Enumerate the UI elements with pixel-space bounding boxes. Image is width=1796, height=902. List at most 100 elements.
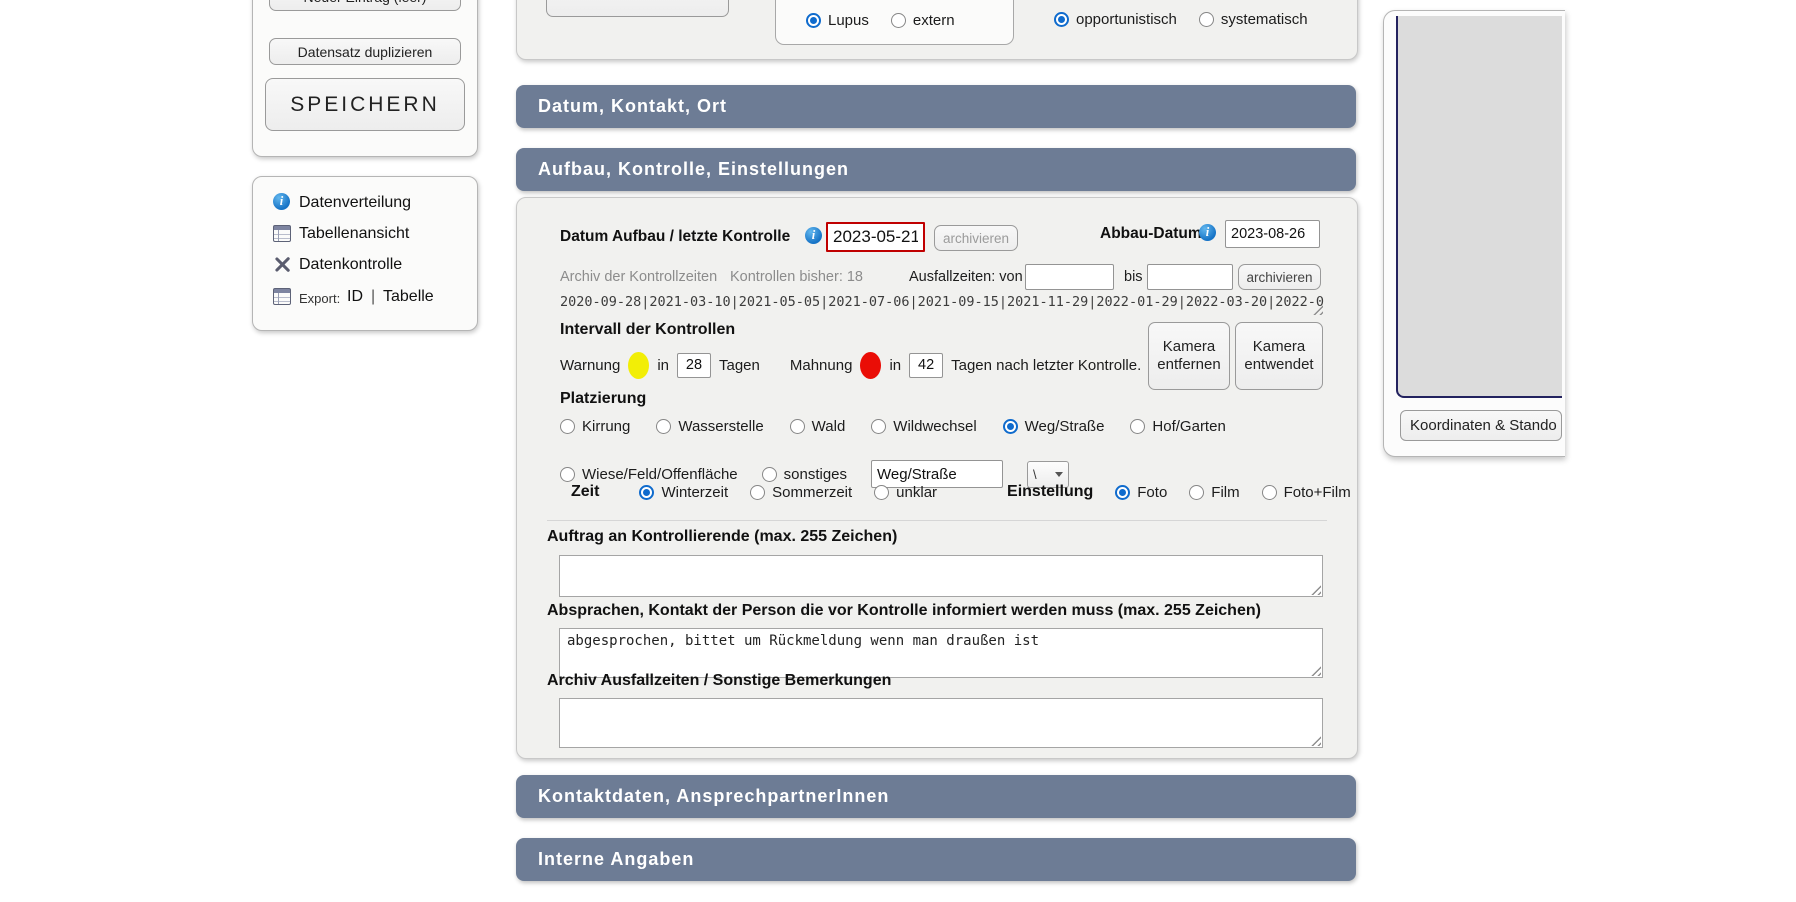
radio-icon[interactable] [790, 419, 805, 434]
radio-option-extern[interactable]: extern [891, 12, 955, 29]
ausfall-bis-input[interactable] [1147, 264, 1233, 290]
menu-item-datenverteilung[interactable]: i Datenverteilung [253, 189, 477, 217]
map-placeholder [1396, 16, 1562, 398]
export-table-link[interactable]: Tabelle [383, 288, 434, 306]
radio-label: Winterzeit [661, 484, 728, 501]
section-header-datum-kontakt-ort[interactable]: Datum, Kontakt, Ort [516, 85, 1356, 128]
platzierung-row1: Kirrung Wasserstelle Wald Wildwechsel Weg/St… [560, 418, 1226, 435]
radio-label: Hof/Garten [1152, 418, 1225, 435]
mahnung-days-input[interactable] [909, 353, 943, 378]
radio-option-wald[interactable]: Wald [790, 418, 846, 435]
radio-icon[interactable] [656, 419, 671, 434]
chevron-down-icon [1055, 472, 1063, 477]
radio-icon[interactable] [1199, 12, 1214, 27]
radio-icon[interactable] [891, 13, 906, 28]
radio-label: Lupus [828, 12, 869, 29]
radio-icon[interactable] [560, 419, 575, 434]
radio-option-sonstiges[interactable]: sonstiges [762, 466, 847, 483]
radio-icon[interactable] [806, 13, 821, 28]
radio-label: Wildwechsel [893, 418, 976, 435]
radio-option-wasserstelle[interactable]: Wasserstelle [656, 418, 763, 435]
radio-option-foto+film[interactable]: Foto+Film [1262, 484, 1351, 501]
warnung-days-input[interactable] [677, 353, 711, 378]
menu-item-label: Datenkontrolle [299, 256, 402, 274]
section-header-aufbau-kontrolle[interactable]: Aufbau, Kontrolle, Einstellungen [516, 148, 1356, 191]
abbau-date-label: Abbau-Datum [1100, 225, 1202, 243]
menu-item-tabellenansicht[interactable]: Tabellenansicht [253, 220, 477, 248]
archiv-bemerkungen-textarea[interactable] [559, 698, 1323, 748]
aufbau-date-label: Datum Aufbau / letzte Kontrolle [560, 228, 790, 246]
radio-option-foto[interactable]: Foto [1115, 484, 1167, 501]
radio-label: Wasserstelle [678, 418, 763, 435]
radio-option-unklar[interactable]: unklar [874, 484, 937, 501]
radio-option-lupus[interactable]: Lupus [806, 12, 869, 29]
section-header-kontaktdaten[interactable]: Kontaktdaten, AnsprechpartnerInnen [516, 775, 1356, 818]
menu-item-export: Export: ID | Tabelle [253, 283, 477, 311]
radio-icon[interactable] [1130, 419, 1145, 434]
kamera-entwendet-button[interactable]: Kamera entwendet [1235, 322, 1323, 390]
absprachen-textarea[interactable]: abgesprochen, bittet um Rückmeldung wenn… [559, 628, 1323, 678]
radio-label: opportunistisch [1076, 11, 1177, 28]
radio-option-kirrung[interactable]: Kirrung [560, 418, 630, 435]
radio-option-hof-garten[interactable]: Hof/Garten [1130, 418, 1225, 435]
ausfall-von-input[interactable] [1025, 264, 1114, 290]
duplicate-record-button[interactable]: Datensatz duplizieren [269, 38, 461, 65]
in-label: in [889, 357, 901, 374]
auftrag-textarea[interactable] [559, 555, 1323, 597]
select-value: \ [1033, 467, 1037, 482]
kontrollen-count: Kontrollen bisher: 18 [730, 269, 863, 285]
radio-icon[interactable] [1115, 485, 1130, 500]
kontroll-dates-list: 2020-09-28|2021-03-10|2021-05-05|2021-07… [560, 294, 1335, 314]
actions-panel: Neuer Eintrag (leer) Datensatz duplizier… [252, 0, 478, 157]
alert-red-icon [860, 352, 881, 379]
radio-option-opportunistisch[interactable]: opportunistisch [1054, 11, 1177, 28]
radio-icon[interactable] [1054, 12, 1069, 27]
abbau-date-input[interactable] [1225, 220, 1320, 248]
radio-icon[interactable] [1003, 419, 1018, 434]
radio-option-film[interactable]: Film [1189, 484, 1239, 501]
app-screen: Neuer Eintrag (leer) Datensatz duplizier… [0, 0, 1796, 902]
koordinaten-standort-button[interactable]: Koordinaten & Stando [1400, 410, 1562, 441]
radio-option-winterzeit[interactable]: Winterzeit [639, 484, 728, 501]
radio-label: sonstiges [784, 466, 847, 483]
radio-label: systematisch [1221, 11, 1308, 28]
section-header-interne-angaben[interactable]: Interne Angaben [516, 838, 1356, 881]
radio-icon[interactable] [560, 467, 575, 482]
info-icon[interactable]: i [1199, 224, 1216, 241]
radio-icon[interactable] [1189, 485, 1204, 500]
tagen-nach-label: Tagen nach letzter Kontrolle. [951, 357, 1141, 374]
export-id-link[interactable]: ID [347, 288, 363, 306]
new-entry-button[interactable]: Neuer Eintrag (leer) [269, 0, 461, 11]
radio-icon[interactable] [871, 419, 886, 434]
info-icon[interactable]: i [805, 227, 822, 244]
radio-option-wildwechsel[interactable]: Wildwechsel [871, 418, 976, 435]
radio-icon[interactable] [874, 485, 889, 500]
table-icon [273, 225, 291, 242]
menu-item-datenkontrolle[interactable]: Datenkontrolle [253, 251, 477, 279]
archiv-bemerkungen-label: Archiv Ausfallzeiten / Sonstige Bemerkun… [547, 672, 891, 690]
radio-label: Foto [1137, 484, 1167, 501]
aufbau-date-input[interactable] [826, 222, 925, 252]
radio-icon[interactable] [639, 485, 654, 500]
auftrag-label: Auftrag an Kontrollierende (max. 255 Zei… [547, 528, 897, 546]
platzierung-row2-radios: Wiese/Feld/Offenfläche sonstiges [560, 466, 847, 483]
radio-icon[interactable] [1262, 485, 1277, 500]
info-icon: i [273, 193, 290, 210]
archiv-kontrollzeiten-link[interactable]: Archiv der Kontrollzeiten [560, 269, 717, 285]
radio-label: extern [913, 12, 955, 29]
source-radio-box: Lupus extern [775, 0, 1014, 45]
inaktiv-button[interactable]: inaktiv [546, 0, 729, 17]
kamera-entfernen-button[interactable]: Kamera entfernen [1148, 322, 1230, 390]
einstellung-label: Einstellung [1007, 483, 1093, 501]
radio-icon[interactable] [750, 485, 765, 500]
save-button[interactable]: SPEICHERN [265, 78, 465, 131]
radio-option-sommerzeit[interactable]: Sommerzeit [750, 484, 852, 501]
radio-option-systematisch[interactable]: systematisch [1199, 11, 1308, 28]
radio-icon[interactable] [762, 467, 777, 482]
radio-option-wiese-feld-offenfläche[interactable]: Wiese/Feld/Offenfläche [560, 466, 738, 483]
ausfall-archivieren-button[interactable]: archivieren [1238, 264, 1321, 290]
archivieren-button[interactable]: archivieren [934, 225, 1018, 251]
aufbau-form-card: Datum Aufbau / letzte Kontrolle i archiv… [516, 197, 1358, 759]
radio-option-weg-straße[interactable]: Weg/Straße [1003, 418, 1105, 435]
absprachen-label: Absprachen, Kontakt der Person die vor K… [547, 602, 1261, 620]
